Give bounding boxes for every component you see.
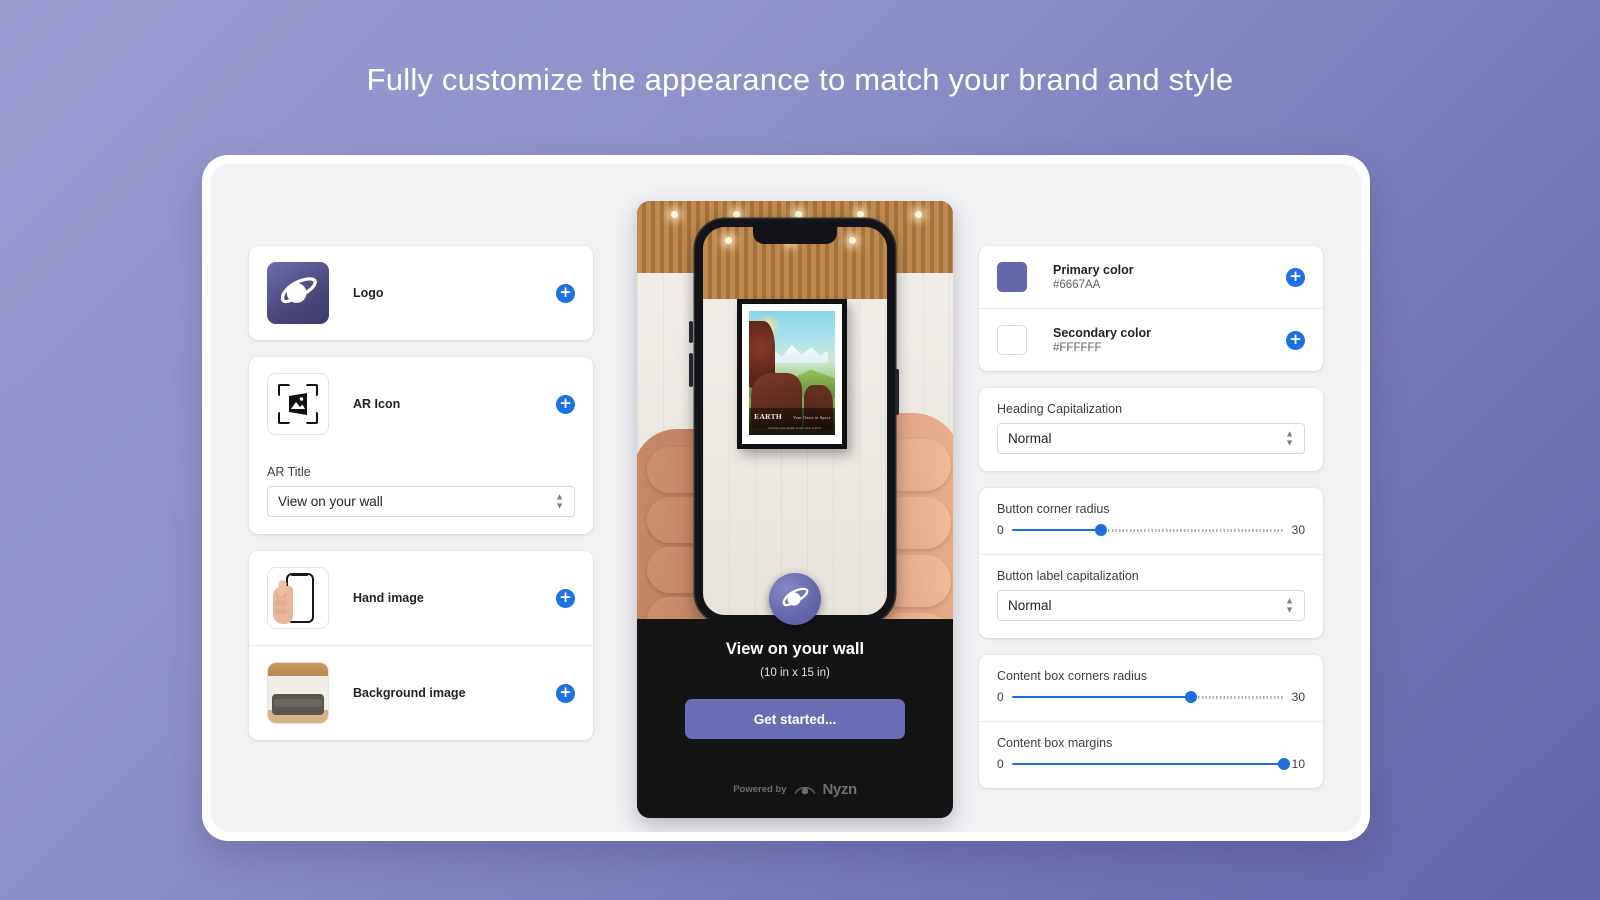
poster-title: EARTH	[754, 412, 783, 422]
plus-icon: +	[1289, 329, 1302, 348]
slider-min-value: 0	[997, 757, 1004, 771]
customizer-panel: Logo + AR Icon + AR Title View on your w…	[202, 155, 1370, 841]
button-corner-radius-slider[interactable]: 0 30	[997, 523, 1305, 537]
slider-thumb[interactable]	[1277, 758, 1290, 770]
room-sofa-thumbnail	[267, 662, 329, 724]
add-hand-image-button[interactable]: +	[556, 587, 575, 608]
slider-max-value: 10	[1291, 757, 1305, 771]
content-box-settings-card: Content box corners radius 0 30 Content …	[979, 655, 1323, 788]
powered-by: Powered by Nyzn	[637, 781, 953, 798]
button-settings-card: Button corner radius 0 30 Button label c…	[979, 488, 1323, 638]
poster-fine-print: Visit the new worlds of our solar system	[767, 427, 822, 431]
slider-max-value: 30	[1291, 690, 1305, 704]
hand-phone-thumbnail	[267, 567, 329, 629]
button-label-capitalization-label: Button label capitalization	[997, 569, 1139, 583]
add-ar-icon-button[interactable]: +	[556, 393, 575, 414]
chevron-updown-icon: ▲ ▼	[1285, 595, 1294, 615]
slider-track[interactable]	[1011, 690, 1284, 704]
content-box-margins-label: Content box margins	[997, 736, 1113, 750]
background-image-row[interactable]: Background image +	[249, 645, 593, 740]
plus-icon: +	[559, 587, 572, 606]
get-started-button[interactable]: Get started...	[685, 699, 905, 739]
customizer-panel-inner: Logo + AR Icon + AR Title View on your w…	[211, 164, 1361, 832]
preview-title: View on your wall	[725, 640, 865, 658]
preview-dimensions: (10 in x 15 in)	[760, 667, 830, 679]
ar-fab-button[interactable]	[769, 573, 821, 625]
ar-icon-card: AR Icon + AR Title View on your wall ▲ ▼	[249, 357, 593, 534]
preview-content-box: View on your wall (10 in x 15 in) Get st…	[637, 619, 953, 818]
slider-thumb[interactable]	[1095, 524, 1108, 536]
add-background-image-button[interactable]: +	[556, 682, 575, 703]
button-corner-radius-group: Button corner radius 0 30	[979, 488, 1323, 554]
right-settings-column: Primary color #6667AA + Secondary color …	[979, 246, 1323, 805]
nyzn-brand-label: Nyzn	[822, 781, 858, 798]
heading-capitalization-select[interactable]: Normal ▲ ▼	[997, 423, 1305, 454]
ar-scan-frame-icon	[278, 384, 318, 424]
logo-label: Logo	[353, 286, 384, 300]
chevron-updown-icon: ▲ ▼	[1285, 428, 1294, 448]
heading-capitalization-card: Heading Capitalization Normal ▲ ▼	[979, 388, 1323, 471]
slider-max-value: 30	[1291, 523, 1305, 537]
slider-thumb[interactable]	[1185, 691, 1198, 703]
content-box-margins-group: Content box margins 0 10	[979, 721, 1323, 788]
primary-color-swatch[interactable]	[997, 262, 1027, 292]
slider-min-value: 0	[997, 523, 1004, 537]
logo-card: Logo +	[249, 246, 593, 340]
ar-title-label: AR Title	[267, 465, 311, 479]
phone-notch	[753, 227, 837, 244]
content-box-corners-radius-group: Content box corners radius 0 30	[979, 655, 1323, 721]
content-box-margins-slider[interactable]: 0 10	[997, 757, 1305, 771]
primary-color-name: Primary color	[1053, 263, 1134, 277]
chevron-updown-icon: ▲ ▼	[555, 491, 564, 511]
ar-title-value: View on your wall	[278, 494, 383, 509]
plus-icon: +	[559, 393, 572, 412]
plus-icon: +	[559, 682, 572, 701]
primary-color-text: Primary color #6667AA	[1053, 263, 1286, 291]
button-label-capitalization-group: Button label capitalization Normal ▲ ▼	[979, 554, 1323, 638]
background-image-label: Background image	[353, 686, 466, 700]
button-label-capitalization-select[interactable]: Normal ▲ ▼	[997, 590, 1305, 621]
left-settings-column: Logo + AR Icon + AR Title View on your w…	[249, 246, 593, 757]
add-secondary-color-button[interactable]: +	[1286, 329, 1305, 350]
ar-title-field-group: AR Title View on your wall ▲ ▼	[249, 451, 593, 534]
ar-icon-row[interactable]: AR Icon +	[249, 357, 593, 451]
primary-color-hex: #6667AA	[1053, 279, 1101, 291]
colors-card: Primary color #6667AA + Secondary color …	[979, 246, 1323, 371]
ar-icon-label: AR Icon	[353, 397, 401, 411]
nyzn-eye-icon	[794, 786, 816, 794]
phone-preview: EARTH Your Oasis in Space Visit the new …	[637, 201, 953, 818]
slider-track[interactable]	[1011, 757, 1290, 771]
heading-capitalization-value: Normal	[1008, 431, 1052, 446]
add-logo-button[interactable]: +	[556, 282, 575, 303]
planet-icon	[782, 587, 809, 607]
button-label-capitalization-value: Normal	[1008, 598, 1052, 613]
page-title: Fully customize the appearance to match …	[366, 62, 1234, 97]
hand-image-row[interactable]: Hand image +	[249, 551, 593, 645]
content-box-corners-radius-slider[interactable]: 0 30	[997, 690, 1305, 704]
planet-icon	[267, 262, 329, 324]
ar-poster: EARTH Your Oasis in Space Visit the new …	[737, 299, 847, 449]
add-primary-color-button[interactable]: +	[1286, 266, 1305, 287]
button-corner-radius-label: Button corner radius	[997, 502, 1110, 516]
ar-title-select[interactable]: View on your wall ▲ ▼	[267, 486, 575, 517]
poster-subtitle: Your Oasis in Space	[793, 415, 831, 421]
slider-track[interactable]	[1011, 523, 1284, 537]
secondary-color-name: Secondary color	[1053, 326, 1151, 340]
hand-image-label: Hand image	[353, 591, 424, 605]
heading-capitalization-group: Heading Capitalization Normal ▲ ▼	[979, 388, 1323, 471]
plus-icon: +	[1289, 266, 1302, 285]
powered-by-label: Powered by	[733, 784, 787, 795]
secondary-color-swatch[interactable]	[997, 325, 1027, 355]
ar-scan-image-icon	[267, 373, 329, 435]
secondary-color-hex: #FFFFFF	[1053, 342, 1102, 354]
images-card: Hand image + Background image +	[249, 551, 593, 740]
slider-min-value: 0	[997, 690, 1004, 704]
primary-color-row[interactable]: Primary color #6667AA +	[979, 246, 1323, 308]
heading-capitalization-label: Heading Capitalization	[997, 402, 1123, 416]
secondary-color-row[interactable]: Secondary color #FFFFFF +	[979, 308, 1323, 371]
content-box-corners-radius-label: Content box corners radius	[997, 669, 1148, 683]
plus-icon: +	[559, 282, 572, 301]
secondary-color-text: Secondary color #FFFFFF	[1053, 326, 1286, 354]
logo-row[interactable]: Logo +	[249, 246, 593, 340]
